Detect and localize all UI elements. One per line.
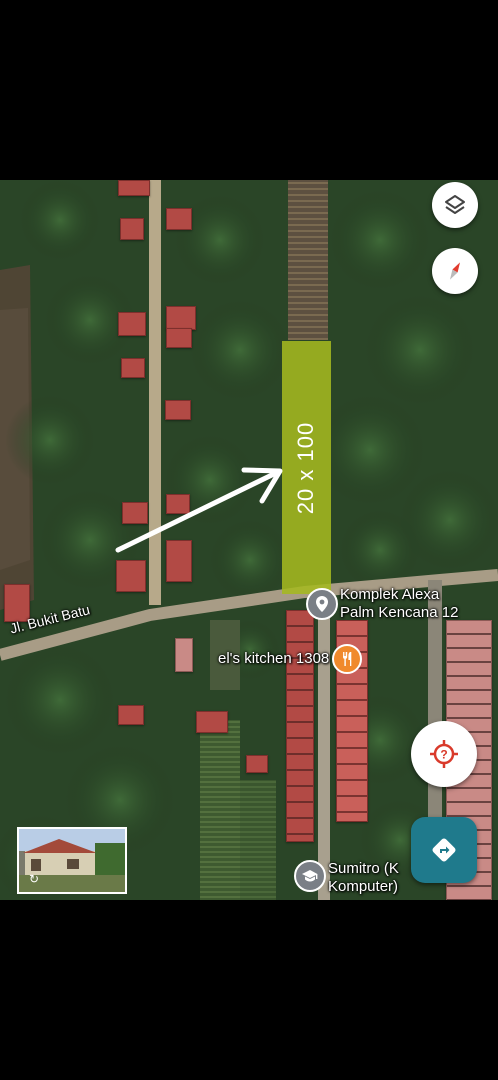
street-view-thumbnail[interactable]: ↻: [17, 827, 127, 894]
satellite-map[interactable]: 20 x 100 Jl. Bukit Batu Komplek Alexa Pa…: [0, 180, 498, 900]
place-label-kitchen[interactable]: el's kitchen 1308: [218, 650, 329, 668]
school-icon[interactable]: [294, 860, 326, 892]
annotation-arrow: [115, 467, 283, 553]
compass-icon: [450, 262, 460, 280]
layers-button[interactable]: [432, 182, 478, 228]
360-icon: ↻: [29, 872, 40, 886]
plot-size-label: 20 x 100: [293, 421, 319, 514]
restaurant-icon[interactable]: [332, 644, 362, 674]
location-icon: ?: [430, 740, 458, 768]
layers-icon: [445, 195, 465, 214]
svg-text:?: ?: [440, 748, 447, 762]
location-pin-icon[interactable]: [306, 588, 338, 620]
my-location-button[interactable]: ?: [411, 721, 477, 787]
directions-button[interactable]: [411, 817, 477, 883]
place-label-komplek[interactable]: Komplek Alexa Palm Kencana 12: [340, 586, 458, 622]
place-label-sumitro[interactable]: Sumitro (K Komputer): [328, 860, 399, 896]
compass-button[interactable]: [432, 248, 478, 294]
directions-icon: [432, 838, 456, 862]
plot-highlight: 20 x 100: [282, 341, 331, 594]
